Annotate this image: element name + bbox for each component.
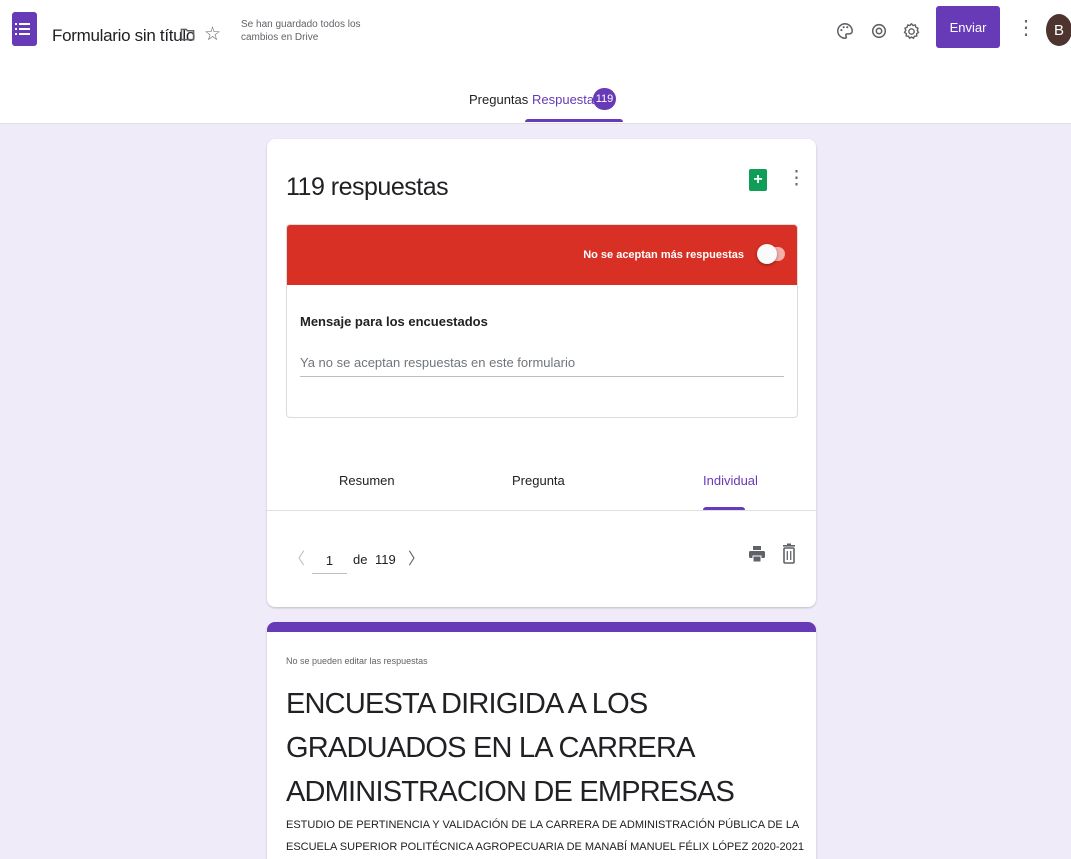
active-tab-indicator [525, 119, 623, 122]
send-button[interactable]: Enviar [936, 6, 1000, 48]
accepting-toggle[interactable] [757, 244, 785, 264]
tab-respuestas[interactable]: Respuestas [532, 92, 601, 107]
settings-icon[interactable] [899, 19, 923, 43]
survey-title: ENCUESTA DIRIGIDA A LOS GRADUADOS EN LA … [286, 688, 735, 808]
tab-preguntas[interactable]: Preguntas [469, 92, 528, 107]
respondent-message-input[interactable] [300, 349, 784, 377]
form-title-field[interactable]: Formulario sin título [52, 26, 195, 46]
forms-app-icon[interactable] [12, 12, 37, 46]
accepting-label: No se aceptan más respuestas [583, 249, 744, 261]
trash-icon[interactable] [782, 543, 796, 564]
divider [267, 510, 816, 511]
star-icon[interactable]: ☆ [204, 23, 221, 46]
pager-of-label: de [353, 552, 368, 567]
more-vert-icon[interactable]: ⋮ [1016, 16, 1036, 40]
chevron-left-icon[interactable]: 〈 [289, 545, 305, 569]
tab-pregunta[interactable]: Pregunta [512, 473, 565, 488]
folder-icon[interactable] [180, 27, 195, 42]
survey-description: ESTUDIO DE PERTINENCIA Y VALIDACIÓN DE L… [286, 819, 804, 853]
message-label: Mensaje para los encuestados [300, 314, 488, 329]
sheets-icon[interactable]: + [749, 169, 767, 191]
avatar[interactable]: B [1046, 14, 1071, 46]
print-icon[interactable] [749, 545, 765, 563]
response-index-input[interactable] [312, 547, 347, 574]
responses-count-badge: 119 [593, 88, 616, 110]
preview-icon[interactable] [867, 19, 891, 43]
accepting-responses-panel: No se aceptan más respuestas Mensaje par… [286, 224, 798, 418]
responses-more-icon[interactable]: ⋮ [787, 167, 806, 190]
no-edit-notice: No se pueden editar las respuestas [286, 656, 428, 666]
form-header-card: No se pueden editar las respuestas ENCUE… [267, 622, 816, 859]
pager-total: 119 [375, 552, 396, 567]
palette-icon[interactable] [833, 19, 857, 43]
save-status: Se han guardado todos los cambios en Dri… [241, 19, 361, 43]
chevron-right-icon[interactable]: 〉 [408, 545, 424, 569]
top-app-bar: Formulario sin título ☆ Se han guardado … [0, 0, 1071, 124]
tab-individual[interactable]: Individual [703, 473, 758, 488]
responses-title: 119 respuestas [286, 173, 449, 201]
not-accepting-banner: No se aceptan más respuestas [287, 225, 797, 285]
tab-resumen[interactable]: Resumen [339, 473, 395, 488]
responses-summary-card: 119 respuestas + ⋮ No se aceptan más res… [267, 139, 816, 607]
